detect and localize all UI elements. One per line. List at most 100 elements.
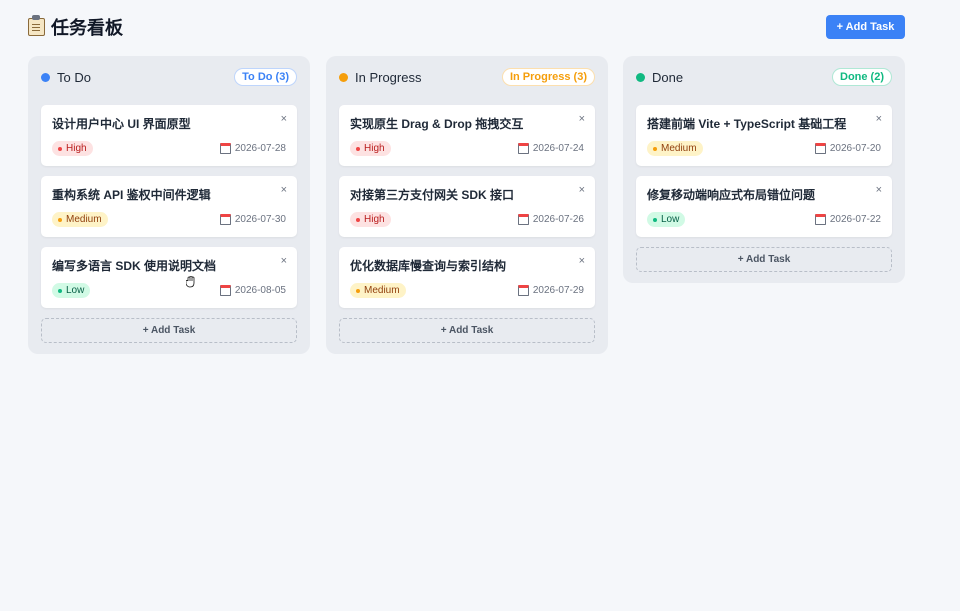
grab-hand-icon	[186, 276, 195, 288]
task-title: 设计用户中心 UI 界面原型	[52, 117, 191, 131]
due-date-text: 2026-07-26	[532, 214, 584, 225]
due-date: 2026-07-26	[517, 214, 584, 225]
task-title: 实现原生 Drag & Drop 拖拽交互	[350, 117, 524, 131]
due-date: 2026-07-28	[219, 143, 286, 154]
priority-badge: Low	[52, 283, 91, 298]
task-title: 搭建前端 Vite + TypeScript 基础工程	[647, 117, 847, 131]
column-name: To Do	[57, 69, 91, 85]
priority-badge: Medium	[647, 141, 703, 156]
calendar-icon	[517, 143, 529, 154]
priority-label: Medium	[661, 143, 697, 154]
priority-label: Low	[661, 214, 680, 225]
close-icon[interactable]: ×	[281, 114, 287, 125]
column-count-badge: To Do (3)	[234, 68, 297, 86]
due-date-text: 2026-07-30	[234, 214, 286, 225]
task-title: 优化数据库慢查询与索引结构	[350, 259, 507, 273]
column-title: To Do	[41, 70, 91, 85]
task-card[interactable]: 对接第三方支付网关 SDK 接口 × High 2026-07-26	[339, 176, 595, 237]
column-to-do[interactable]: To Do To Do (3) 设计用户中心 UI 界面原型 × High 20…	[28, 56, 310, 354]
board-header: 任务看板 + Add Task	[28, 14, 905, 40]
priority-dot	[58, 146, 62, 151]
priority-label: High	[66, 143, 87, 154]
priority-badge: High	[52, 141, 93, 156]
priority-dot	[653, 217, 657, 222]
task-title: 编写多语言 SDK 使用说明文档	[52, 259, 217, 273]
priority-dot	[356, 288, 360, 293]
close-icon[interactable]: ×	[876, 114, 882, 125]
task-card[interactable]: 实现原生 Drag & Drop 拖拽交互 × High 2026-07-24	[339, 105, 595, 166]
task-title: 重构系统 API 鉴权中间件逻辑	[52, 188, 211, 202]
column-status-dot	[41, 72, 50, 82]
due-date-text: 2026-07-28	[234, 143, 286, 154]
priority-dot	[356, 217, 360, 222]
due-date: 2026-07-29	[517, 285, 584, 296]
column-header: In Progress In Progress (3)	[339, 66, 595, 88]
priority-label: High	[364, 143, 385, 154]
close-icon[interactable]: ×	[281, 185, 287, 196]
task-card[interactable]: 设计用户中心 UI 界面原型 × High 2026-07-28	[41, 105, 297, 166]
column-name: In Progress	[355, 69, 422, 85]
priority-badge: Medium	[52, 212, 108, 227]
task-card[interactable]: 优化数据库慢查询与索引结构 × Medium 2026-07-29	[339, 247, 595, 308]
column-title: Done	[636, 70, 683, 85]
column-add-task-button[interactable]: + Add Task	[339, 318, 595, 343]
task-meta: High 2026-07-24	[350, 141, 584, 156]
due-date-text: 2026-07-29	[532, 285, 584, 296]
clipboard-icon	[28, 15, 45, 36]
priority-badge: High	[350, 141, 391, 156]
due-date-text: 2026-07-20	[829, 143, 881, 154]
due-date: 2026-07-20	[814, 143, 881, 154]
priority-label: Low	[66, 285, 85, 296]
close-icon[interactable]: ×	[579, 185, 585, 196]
calendar-icon	[814, 143, 826, 154]
column-header: To Do To Do (3)	[41, 66, 297, 88]
task-meta: Medium 2026-07-29	[350, 283, 584, 298]
column-add-task-button[interactable]: + Add Task	[41, 318, 297, 343]
calendar-icon	[219, 214, 231, 225]
priority-dot	[653, 146, 657, 151]
column-count-badge: In Progress (3)	[501, 68, 595, 86]
priority-badge: Medium	[350, 283, 406, 298]
task-title: 修复移动端响应式布局错位问题	[647, 188, 816, 202]
task-card[interactable]: 搭建前端 Vite + TypeScript 基础工程 × Medium 202…	[636, 105, 892, 166]
close-icon[interactable]: ×	[281, 256, 287, 267]
task-meta: Medium 2026-07-30	[52, 212, 286, 227]
page-title: 任务看板	[28, 14, 123, 40]
column-in-progress[interactable]: In Progress In Progress (3) 实现原生 Drag & …	[326, 56, 608, 354]
close-icon[interactable]: ×	[579, 256, 585, 267]
column-status-dot	[339, 72, 348, 82]
column-add-task-button[interactable]: + Add Task	[636, 247, 892, 272]
close-icon[interactable]: ×	[579, 114, 585, 125]
calendar-icon	[814, 214, 826, 225]
task-meta: Low 2026-08-05	[52, 283, 286, 298]
task-meta: Low 2026-07-22	[647, 212, 881, 227]
due-date-text: 2026-08-05	[234, 285, 286, 296]
due-date: 2026-08-05	[219, 285, 286, 296]
column-done[interactable]: Done Done (2) 搭建前端 Vite + TypeScript 基础工…	[623, 56, 905, 283]
task-card[interactable]: 重构系统 API 鉴权中间件逻辑 × Medium 2026-07-30	[41, 176, 297, 237]
task-card[interactable]: 修复移动端响应式布局错位问题 × Low 2026-07-22	[636, 176, 892, 237]
priority-dot	[58, 217, 62, 222]
close-icon[interactable]: ×	[876, 185, 882, 196]
calendar-icon	[517, 285, 529, 296]
calendar-icon	[219, 143, 231, 154]
task-card[interactable]: 编写多语言 SDK 使用说明文档 × Low 2026-08-05	[41, 247, 297, 308]
due-date-text: 2026-07-24	[532, 143, 584, 154]
due-date: 2026-07-24	[517, 143, 584, 154]
priority-badge: High	[350, 212, 391, 227]
calendar-icon	[219, 285, 231, 296]
task-meta: High 2026-07-28	[52, 141, 286, 156]
priority-dot	[356, 146, 360, 151]
due-date: 2026-07-30	[219, 214, 286, 225]
due-date: 2026-07-22	[814, 214, 881, 225]
priority-dot	[58, 288, 62, 293]
task-title: 对接第三方支付网关 SDK 接口	[350, 188, 515, 202]
task-meta: High 2026-07-26	[350, 212, 584, 227]
priority-label: Medium	[66, 214, 102, 225]
due-date-text: 2026-07-22	[829, 214, 881, 225]
priority-badge: Low	[647, 212, 686, 227]
add-task-button[interactable]: + Add Task	[826, 15, 905, 39]
column-title: In Progress	[339, 70, 421, 85]
priority-label: High	[364, 214, 385, 225]
column-name: Done	[652, 69, 684, 85]
